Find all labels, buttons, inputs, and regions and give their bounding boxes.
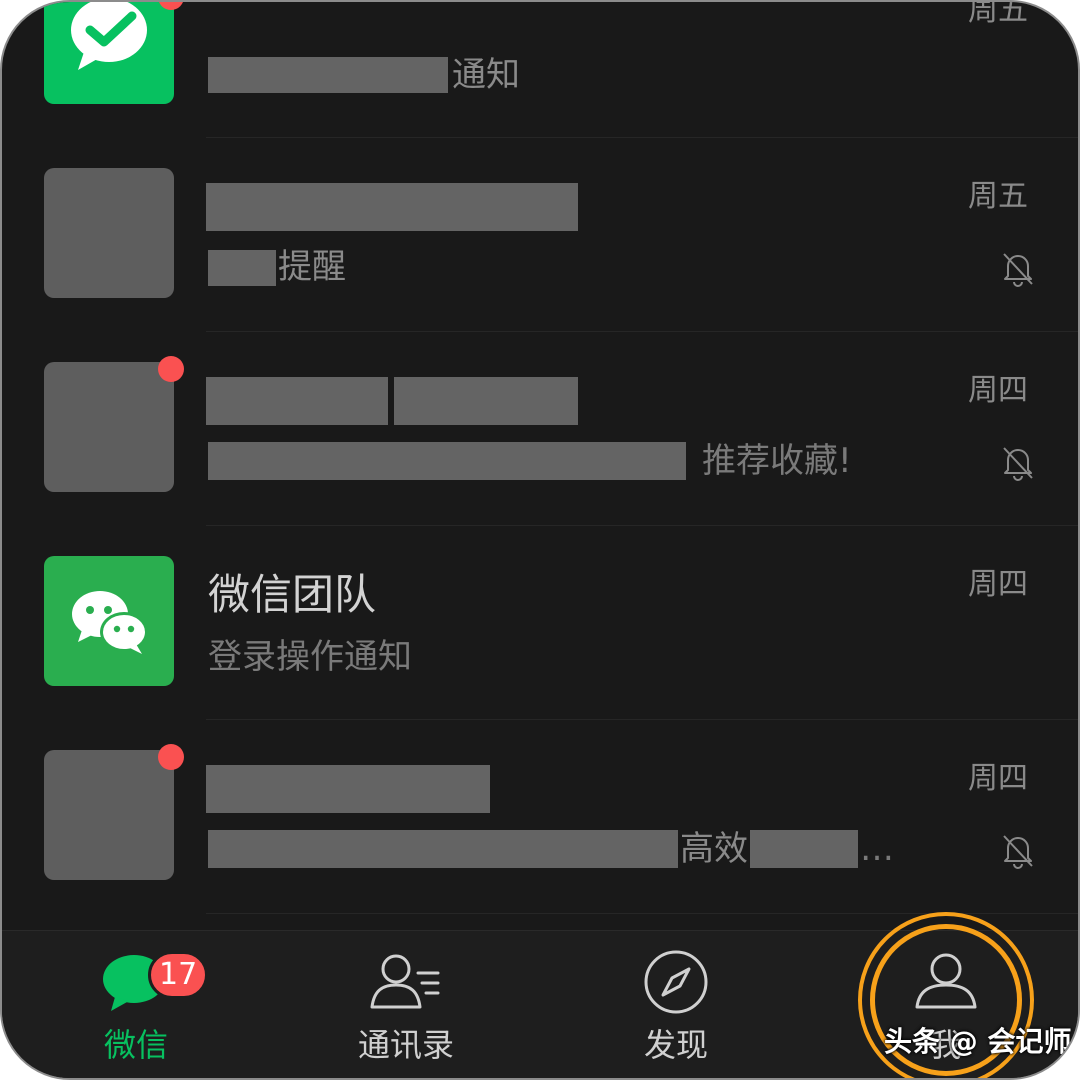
- chat-time: 周五: [968, 179, 1028, 214]
- redacted-title: [394, 377, 578, 425]
- chat-row[interactable]: 提醒 周五: [2, 138, 1078, 332]
- redacted-title: [206, 765, 490, 813]
- mute-bell-icon: [1003, 253, 1033, 287]
- tab-label: 通讯录: [357, 1026, 454, 1064]
- chat-time: 周四: [968, 567, 1028, 602]
- mute-bell-icon: [1003, 835, 1033, 869]
- wechat-team-icon: [44, 556, 174, 686]
- redacted-preview: [208, 830, 678, 868]
- chat-preview: 高效: [680, 829, 748, 869]
- chat-row[interactable]: 微信团队 登录操作通知 周四: [2, 526, 1078, 720]
- redacted-preview: [208, 442, 686, 480]
- compass-icon: [644, 950, 708, 1014]
- wechat-screen: 通知 周五 提醒 周五 推荐收藏! 周四 微信团队 登录操作通知 周四 高效 ……: [0, 0, 1080, 1080]
- unread-count-badge: 17: [148, 951, 209, 999]
- unread-dot: [158, 744, 184, 770]
- chat-preview: 推荐收藏!: [702, 441, 852, 481]
- tab-label: 发现: [643, 1026, 708, 1064]
- chat-title: 微信团队: [208, 570, 377, 619]
- unread-dot: [158, 356, 184, 382]
- tab-chats[interactable]: 17 微信: [36, 931, 236, 1078]
- chat-time: 周四: [968, 761, 1028, 796]
- redacted-preview: [208, 57, 448, 93]
- avatar: [44, 750, 174, 880]
- chat-preview: 提醒: [278, 247, 346, 287]
- redacted-title: [206, 377, 388, 425]
- chat-time: 周四: [968, 373, 1028, 408]
- chat-row[interactable]: 高效 … 周四: [2, 720, 1078, 914]
- chat-row[interactable]: 推荐收藏! 周四: [2, 332, 1078, 526]
- tab-label: 微信: [103, 1026, 168, 1064]
- chat-row[interactable]: 通知 周五: [2, 0, 1078, 138]
- chat-preview: 通知: [452, 55, 520, 95]
- avatar: [44, 362, 174, 492]
- preview-ellipsis: …: [860, 829, 894, 869]
- redacted-title: [206, 183, 578, 231]
- redacted-preview: [750, 830, 858, 868]
- contacts-icon: [370, 954, 440, 1009]
- avatar: [44, 168, 174, 298]
- redacted-preview: [208, 250, 276, 286]
- tab-contacts[interactable]: 通讯录: [306, 931, 506, 1078]
- chat-preview: 登录操作通知: [208, 637, 412, 677]
- watermark: 头条 @ 会记师: [884, 1025, 1072, 1058]
- tab-discover[interactable]: 发现: [576, 931, 776, 1078]
- wechat-pay-icon: [44, 2, 174, 104]
- chat-time: 周五: [968, 0, 1028, 28]
- mute-bell-icon: [1003, 447, 1033, 481]
